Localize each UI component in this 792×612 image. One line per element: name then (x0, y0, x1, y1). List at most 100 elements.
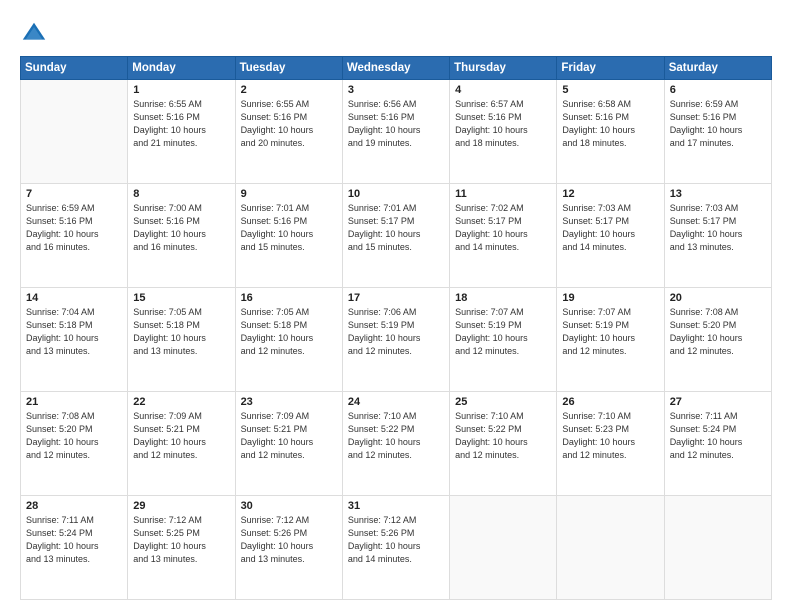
day-number: 7 (26, 188, 122, 200)
calendar-header-monday: Monday (128, 57, 235, 80)
calendar-cell: 24 Sunrise: 7:10 AMSunset: 5:22 PMDayligh… (342, 392, 449, 496)
day-number: 27 (670, 396, 766, 408)
day-number: 9 (241, 188, 337, 200)
day-number: 14 (26, 292, 122, 304)
day-info: Sunrise: 7:12 AMSunset: 5:26 PMDaylight:… (348, 514, 444, 566)
day-info: Sunrise: 6:59 AMSunset: 5:16 PMDaylight:… (670, 98, 766, 150)
calendar-header-sunday: Sunday (21, 57, 128, 80)
calendar-cell: 27 Sunrise: 7:11 AMSunset: 5:24 PMDayligh… (664, 392, 771, 496)
calendar-cell: 2 Sunrise: 6:55 AMSunset: 5:16 PMDaylight… (235, 80, 342, 184)
logo-icon (20, 20, 48, 48)
calendar-cell: 18Sunrise: 7:07 AMSunset: 5:19 PMDayligh… (450, 288, 557, 392)
day-number: 22 (133, 396, 229, 408)
calendar-cell: 31 Sunrise: 7:12 AMSunset: 5:26 PMDayligh… (342, 496, 449, 600)
day-number: 31 (348, 500, 444, 512)
calendar-week-3: 14 Sunrise: 7:04 AMSunset: 5:18 PMDayligh… (21, 288, 772, 392)
day-info: Sunrise: 7:10 AMSunset: 5:22 PMDaylight:… (348, 410, 444, 462)
calendar-cell: 6 Sunrise: 6:59 AMSunset: 5:16 PMDaylight… (664, 80, 771, 184)
calendar-week-4: 21 Sunrise: 7:08 AMSunset: 5:20 PMDayligh… (21, 392, 772, 496)
calendar-header-row: SundayMondayTuesdayWednesdayThursdayFrid… (21, 57, 772, 80)
day-info: Sunrise: 7:10 AMSunset: 5:22 PMDaylight:… (455, 410, 551, 462)
day-number: 24 (348, 396, 444, 408)
page-header (20, 16, 772, 48)
calendar-table: SundayMondayTuesdayWednesdayThursdayFrid… (20, 56, 772, 600)
calendar-week-2: 7 Sunrise: 6:59 AMSunset: 5:16 PMDaylight… (21, 184, 772, 288)
day-number: 23 (241, 396, 337, 408)
day-info: Sunrise: 6:58 AMSunset: 5:16 PMDaylight:… (562, 98, 658, 150)
calendar-cell: 7 Sunrise: 6:59 AMSunset: 5:16 PMDaylight… (21, 184, 128, 288)
day-info: Sunrise: 7:03 AMSunset: 5:17 PMDaylight:… (562, 202, 658, 254)
calendar-cell: 3Sunrise: 6:56 AMSunset: 5:16 PMDaylight… (342, 80, 449, 184)
calendar-cell: 20 Sunrise: 7:08 AMSunset: 5:20 PMDayligh… (664, 288, 771, 392)
day-number: 5 (562, 84, 658, 96)
day-number: 16 (241, 292, 337, 304)
day-info: Sunrise: 7:11 AMSunset: 5:24 PMDaylight:… (670, 410, 766, 462)
day-info: Sunrise: 7:02 AMSunset: 5:17 PMDaylight:… (455, 202, 551, 254)
calendar-cell: 5 Sunrise: 6:58 AMSunset: 5:16 PMDaylight… (557, 80, 664, 184)
calendar-cell: 11 Sunrise: 7:02 AMSunset: 5:17 PMDayligh… (450, 184, 557, 288)
day-info: Sunrise: 7:09 AMSunset: 5:21 PMDaylight:… (241, 410, 337, 462)
day-info: Sunrise: 7:11 AMSunset: 5:24 PMDaylight:… (26, 514, 122, 566)
day-number: 25 (455, 396, 551, 408)
day-info: Sunrise: 7:03 AMSunset: 5:17 PMDaylight:… (670, 202, 766, 254)
day-info: Sunrise: 7:12 AMSunset: 5:25 PMDaylight:… (133, 514, 229, 566)
day-number: 11 (455, 188, 551, 200)
day-info: Sunrise: 7:01 AMSunset: 5:16 PMDaylight:… (241, 202, 337, 254)
day-info: Sunrise: 6:59 AMSunset: 5:16 PMDaylight:… (26, 202, 122, 254)
day-info: Sunrise: 7:04 AMSunset: 5:18 PMDaylight:… (26, 306, 122, 358)
day-number: 4 (455, 84, 551, 96)
day-number: 28 (26, 500, 122, 512)
calendar-cell: 8 Sunrise: 7:00 AMSunset: 5:16 PMDaylight… (128, 184, 235, 288)
day-info: Sunrise: 6:55 AMSunset: 5:16 PMDaylight:… (241, 98, 337, 150)
day-info: Sunrise: 7:01 AMSunset: 5:17 PMDaylight:… (348, 202, 444, 254)
day-number: 29 (133, 500, 229, 512)
day-info: Sunrise: 6:55 AMSunset: 5:16 PMDaylight:… (133, 98, 229, 150)
day-number: 21 (26, 396, 122, 408)
day-number: 18 (455, 292, 551, 304)
day-number: 6 (670, 84, 766, 96)
calendar-cell: 13 Sunrise: 7:03 AMSunset: 5:17 PMDayligh… (664, 184, 771, 288)
day-number: 17 (348, 292, 444, 304)
calendar-cell: 14 Sunrise: 7:04 AMSunset: 5:18 PMDayligh… (21, 288, 128, 392)
day-info: Sunrise: 7:08 AMSunset: 5:20 PMDaylight:… (26, 410, 122, 462)
day-info: Sunrise: 7:12 AMSunset: 5:26 PMDaylight:… (241, 514, 337, 566)
day-info: Sunrise: 7:05 AMSunset: 5:18 PMDaylight:… (133, 306, 229, 358)
day-number: 10 (348, 188, 444, 200)
calendar-cell: 9 Sunrise: 7:01 AMSunset: 5:16 PMDaylight… (235, 184, 342, 288)
calendar-header-wednesday: Wednesday (342, 57, 449, 80)
calendar-cell: 10 Sunrise: 7:01 AMSunset: 5:17 PMDayligh… (342, 184, 449, 288)
calendar-header-thursday: Thursday (450, 57, 557, 80)
calendar-cell: 26Sunrise: 7:10 AMSunset: 5:23 PMDayligh… (557, 392, 664, 496)
calendar-cell: 28 Sunrise: 7:11 AMSunset: 5:24 PMDayligh… (21, 496, 128, 600)
calendar-cell: 1 Sunrise: 6:55 AMSunset: 5:16 PMDaylight… (128, 80, 235, 184)
logo (20, 20, 52, 48)
calendar-cell: 4 Sunrise: 6:57 AMSunset: 5:16 PMDaylight… (450, 80, 557, 184)
calendar-cell (21, 80, 128, 184)
day-number: 19 (562, 292, 658, 304)
calendar-cell: 23 Sunrise: 7:09 AMSunset: 5:21 PMDayligh… (235, 392, 342, 496)
calendar-cell (450, 496, 557, 600)
calendar-header-friday: Friday (557, 57, 664, 80)
calendar-header-tuesday: Tuesday (235, 57, 342, 80)
day-number: 20 (670, 292, 766, 304)
calendar-cell: 17Sunrise: 7:06 AMSunset: 5:19 PMDayligh… (342, 288, 449, 392)
day-info: Sunrise: 7:07 AMSunset: 5:19 PMDaylight:… (562, 306, 658, 358)
day-number: 2 (241, 84, 337, 96)
day-number: 1 (133, 84, 229, 96)
day-info: Sunrise: 7:08 AMSunset: 5:20 PMDaylight:… (670, 306, 766, 358)
day-number: 8 (133, 188, 229, 200)
calendar-cell: 12Sunrise: 7:03 AMSunset: 5:17 PMDayligh… (557, 184, 664, 288)
day-info: Sunrise: 6:57 AMSunset: 5:16 PMDaylight:… (455, 98, 551, 150)
calendar-cell: 21 Sunrise: 7:08 AMSunset: 5:20 PMDayligh… (21, 392, 128, 496)
calendar-cell: 16 Sunrise: 7:05 AMSunset: 5:18 PMDayligh… (235, 288, 342, 392)
day-info: Sunrise: 7:05 AMSunset: 5:18 PMDaylight:… (241, 306, 337, 358)
day-info: Sunrise: 6:56 AMSunset: 5:16 PMDaylight:… (348, 98, 444, 150)
day-info: Sunrise: 7:10 AMSunset: 5:23 PMDaylight:… (562, 410, 658, 462)
day-number: 13 (670, 188, 766, 200)
calendar-week-1: 1 Sunrise: 6:55 AMSunset: 5:16 PMDaylight… (21, 80, 772, 184)
day-info: Sunrise: 7:09 AMSunset: 5:21 PMDaylight:… (133, 410, 229, 462)
day-info: Sunrise: 7:00 AMSunset: 5:16 PMDaylight:… (133, 202, 229, 254)
calendar-header-saturday: Saturday (664, 57, 771, 80)
day-number: 15 (133, 292, 229, 304)
calendar-cell (557, 496, 664, 600)
